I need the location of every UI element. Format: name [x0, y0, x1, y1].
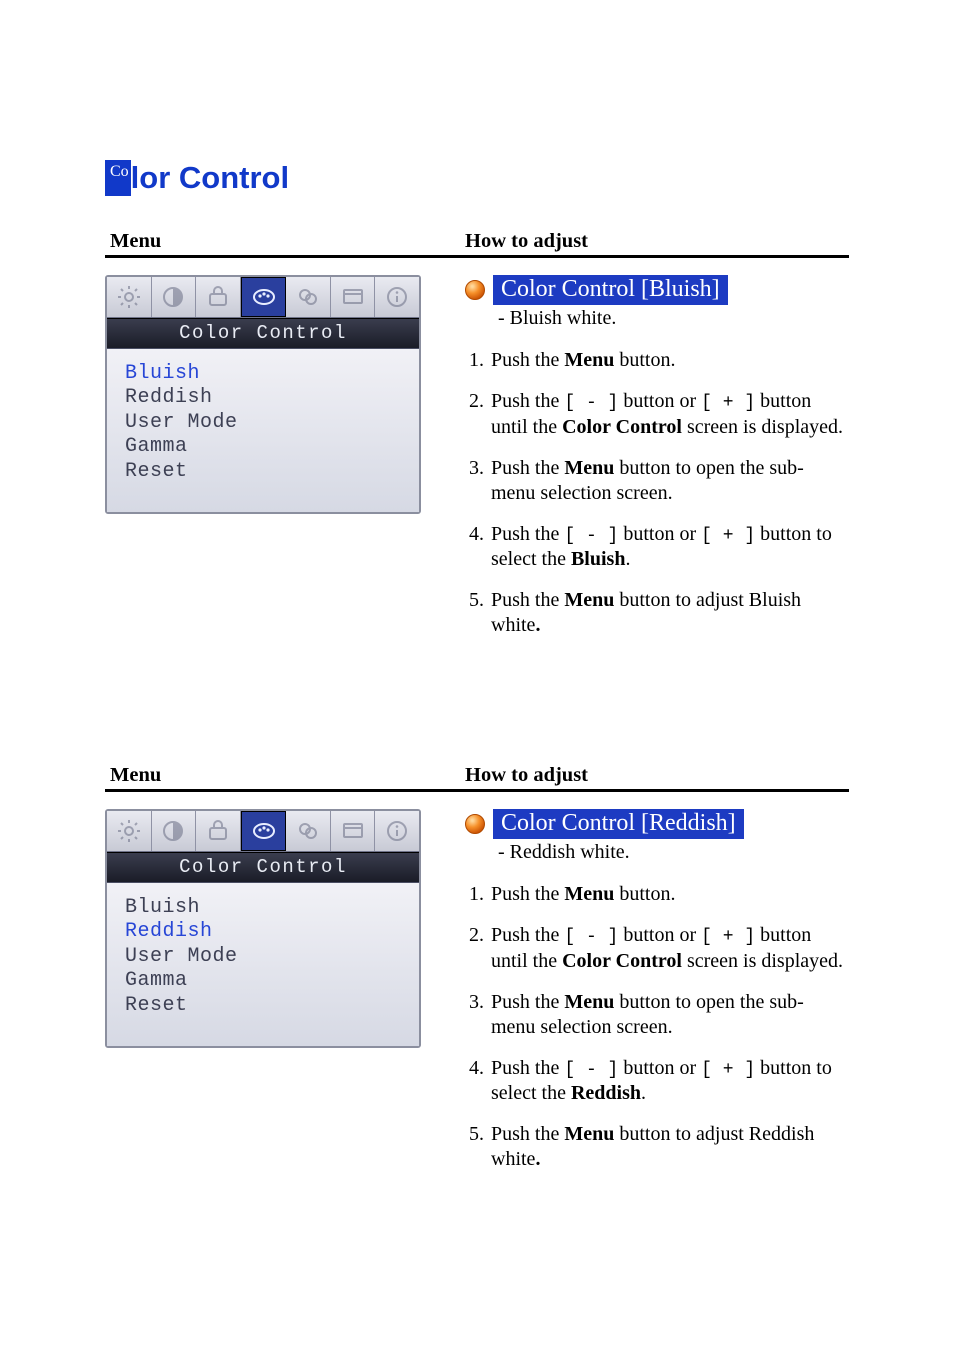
- osd-title: Color Control: [107, 318, 419, 349]
- step-text: Push the [ - ] button or [ + ] button un…: [491, 389, 849, 440]
- osd-item: Reddish: [125, 386, 401, 410]
- osd-panel: Color Control Bluish Reddish User Mode G…: [105, 809, 421, 1048]
- brightness-icon: [107, 811, 152, 851]
- info-icon: [375, 277, 419, 317]
- bullet-icon: [465, 280, 485, 300]
- col-header-adjust: How to adjust: [465, 764, 849, 787]
- osd-item: Reset: [125, 460, 401, 484]
- step-number: 5.: [469, 588, 491, 638]
- col-header-menu: Menu: [105, 764, 465, 787]
- steps-list: 1. Push the Menu button. 2. Push the [ -…: [465, 348, 849, 638]
- menu-icon: [331, 811, 376, 851]
- osd-item-list: Bluish Reddish User Mode Gamma Reset: [107, 883, 419, 1046]
- step-text: Push the [ - ] button or [ + ] button to…: [491, 522, 849, 573]
- osd-item: Gamma: [125, 435, 401, 459]
- step-number: 4.: [469, 1056, 491, 1107]
- step-number: 4.: [469, 522, 491, 573]
- step-text: Push the [ - ] button or [ + ] button un…: [491, 923, 849, 974]
- step-number: 3.: [469, 456, 491, 506]
- page-title: Color Control: [105, 160, 849, 196]
- section-reddish: Menu How to adjust Color Control: [105, 764, 849, 1188]
- contrast-icon: [152, 277, 197, 317]
- title-rest: lor Control: [131, 160, 289, 196]
- osd-tab-strip: [107, 811, 419, 852]
- bullet-icon: [465, 814, 485, 834]
- osd-item: User Mode: [125, 945, 401, 969]
- menu-icon: [331, 277, 376, 317]
- step-text: Push the [ - ] button or [ + ] button to…: [491, 1056, 849, 1107]
- step-text: Push the Menu button.: [491, 348, 849, 373]
- position-icon: [286, 811, 331, 851]
- steps-list: 1. Push the Menu button. 2. Push the [ -…: [465, 882, 849, 1172]
- title-highlight: Co: [105, 160, 131, 196]
- sub-heading: Color Control [Bluish]: [493, 275, 728, 305]
- sub-heading: Color Control [Reddish]: [493, 809, 744, 839]
- col-header-adjust: How to adjust: [465, 230, 849, 253]
- section-bluish: Menu How to adjust Color Control: [105, 230, 849, 654]
- contrast-icon: [152, 811, 197, 851]
- position-icon: [286, 277, 331, 317]
- step-number: 1.: [469, 882, 491, 907]
- step-number: 2.: [469, 923, 491, 974]
- step-text: Push the Menu button to adjust Reddish w…: [491, 1122, 849, 1172]
- step-number: 1.: [469, 348, 491, 373]
- step-text: Push the Menu button to open the sub-men…: [491, 456, 849, 506]
- osd-item: Bluish: [125, 362, 401, 386]
- color-icon: [241, 811, 287, 851]
- osd-item: Reddish: [125, 920, 401, 944]
- image-lock-icon: [196, 811, 241, 851]
- sub-description: - Bluish white.: [498, 307, 849, 330]
- info-icon: [375, 811, 419, 851]
- brightness-icon: [107, 277, 152, 317]
- osd-tab-strip: [107, 277, 419, 318]
- step-text: Push the Menu button to open the sub-men…: [491, 990, 849, 1040]
- step-number: 5.: [469, 1122, 491, 1172]
- osd-item: Bluish: [125, 896, 401, 920]
- osd-item: Reset: [125, 994, 401, 1018]
- osd-title: Color Control: [107, 852, 419, 883]
- osd-item: Gamma: [125, 969, 401, 993]
- step-number: 2.: [469, 389, 491, 440]
- step-number: 3.: [469, 990, 491, 1040]
- column-headers: Menu How to adjust: [105, 230, 849, 258]
- image-lock-icon: [196, 277, 241, 317]
- step-text: Push the Menu button to adjust Bluish wh…: [491, 588, 849, 638]
- color-icon: [241, 277, 287, 317]
- osd-item-list: Bluish Reddish User Mode Gamma Reset: [107, 349, 419, 512]
- step-text: Push the Menu button.: [491, 882, 849, 907]
- osd-item: User Mode: [125, 411, 401, 435]
- col-header-menu: Menu: [105, 230, 465, 253]
- column-headers: Menu How to adjust: [105, 764, 849, 792]
- osd-panel: Color Control Bluish Reddish User Mode G…: [105, 275, 421, 514]
- sub-description: - Reddish white.: [498, 841, 849, 864]
